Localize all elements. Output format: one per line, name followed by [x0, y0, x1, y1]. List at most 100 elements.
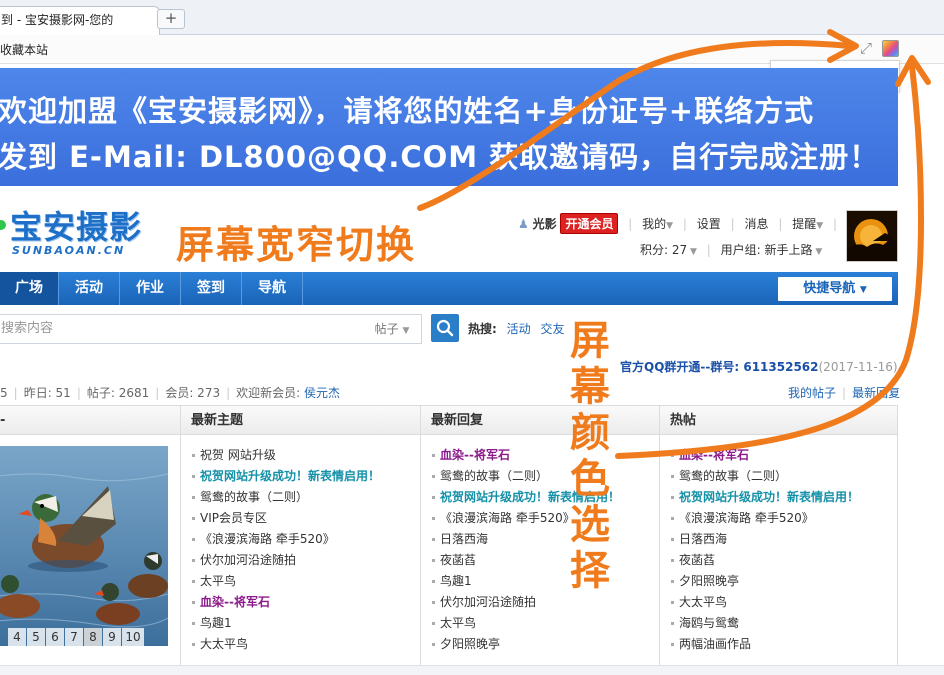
search-input[interactable]: 搜索内容: [0, 314, 366, 344]
chevron-down-icon: ▼: [687, 247, 697, 257]
stat-posts: 帖子: 2681: [86, 386, 150, 400]
nav-item-square[interactable]: 广场: [0, 272, 59, 305]
list-item[interactable]: 太平鸟: [190, 571, 416, 592]
welcome-label: 欢迎新会员:: [236, 386, 301, 400]
bookmark-site-link[interactable]: 收藏本站: [0, 41, 48, 58]
photo-pager: 4 5 6 7 8 9 10: [0, 628, 144, 646]
hot-search-label: 热搜:: [468, 322, 497, 336]
menu-my[interactable]: 我的: [642, 217, 666, 231]
user-info-line: 积分: 27 ▼ | 用户组: 新手上路 ▼: [640, 243, 823, 257]
vip-button[interactable]: 开通会员: [560, 213, 619, 234]
list-item[interactable]: 伏尔加河沿途随拍: [430, 592, 656, 613]
list-item[interactable]: 夕阳照晚亭: [669, 571, 895, 592]
latest-topics-list: 祝贺 网站升级 祝贺网站升级成功！新表情启用！ 鸳鸯的故事（二则） VIP会员专…: [190, 445, 416, 655]
list-item[interactable]: 鸟趣1: [430, 571, 656, 592]
stat-today: 5: [0, 386, 8, 400]
list-item[interactable]: 夜菡萏: [669, 550, 895, 571]
banner-line-1: 欢迎加盟《宝安摄影网》，请将您的姓名+身份证号+联络方式: [0, 94, 815, 128]
column-header-image: -: [0, 406, 180, 435]
list-item[interactable]: 血染--将军石: [669, 445, 895, 466]
nav-item-navigation[interactable]: 导航: [242, 272, 303, 305]
my-links: 我的帖子 | 最新回复: [788, 386, 901, 400]
list-item[interactable]: 《浪漫滨海路 牵手520》: [669, 508, 895, 529]
logo-dot-icon: [0, 220, 6, 230]
stat-members: 会员: 273: [165, 386, 221, 400]
avatar[interactable]: [846, 210, 898, 262]
announcement[interactable]: 官方QQ群开通--群号: 611352562(2017-11-16): [620, 358, 898, 375]
new-tab-button[interactable]: +: [157, 9, 185, 29]
column-divider: [180, 406, 181, 665]
pager-page[interactable]: 10: [122, 628, 144, 646]
nav-item-activities[interactable]: 活动: [59, 272, 120, 305]
hot-search: 热搜: 活动 交友: [468, 320, 565, 337]
list-item[interactable]: 夕阳照晚亭: [430, 634, 656, 655]
user-group-link[interactable]: 用户组: 新手上路: [721, 243, 813, 257]
column-header-latest-topics: 最新主题: [181, 406, 420, 435]
list-item[interactable]: 海鸥与鸳鸯: [669, 613, 895, 634]
list-item[interactable]: 鸳鸯的故事（二则）: [190, 487, 416, 508]
list-item[interactable]: 血染--将军石: [190, 592, 416, 613]
column-divider: [420, 406, 421, 665]
featured-photo[interactable]: [0, 446, 168, 646]
annotation-screen-color: 屏 幕 颜 色 选 择: [570, 318, 610, 594]
list-item[interactable]: 太平鸟: [430, 613, 656, 634]
list-item[interactable]: 《浪漫滨海路 牵手520》: [190, 529, 416, 550]
list-item[interactable]: 夜菡萏: [430, 550, 656, 571]
invite-banner: 欢迎加盟《宝安摄影网》，请将您的姓名+身份证号+联络方式 发到 E-Mail: …: [0, 68, 898, 186]
pager-page[interactable]: 6: [46, 628, 64, 646]
list-item[interactable]: 祝贺网站升级成功！新表情启用！: [430, 487, 656, 508]
list-item[interactable]: 鸳鸯的故事（二则）: [430, 466, 656, 487]
site-logo[interactable]: 宝安摄影 SUNBAOAN.CN: [0, 202, 160, 260]
chevron-down-icon: ▼: [812, 247, 823, 257]
logo-text: 宝安摄影: [10, 208, 143, 246]
menu-reminders[interactable]: 提醒: [792, 217, 816, 231]
list-item[interactable]: 日落西海: [669, 529, 895, 550]
pager-page[interactable]: 9: [103, 628, 121, 646]
my-posts-link[interactable]: 我的帖子: [788, 386, 836, 400]
annotation-screen-width: 屏幕宽窄切换: [176, 223, 417, 267]
menu-messages[interactable]: 消息: [745, 217, 769, 231]
hot-link-friends[interactable]: 交友: [540, 322, 564, 336]
browser-tab[interactable]: 到 - 宝安摄影网-您的: [0, 6, 160, 35]
search-button[interactable]: [431, 314, 459, 342]
search-icon: [436, 319, 454, 337]
logo-subtext: SUNBAOAN.CN: [12, 244, 126, 257]
list-item[interactable]: 鸟趣1: [190, 613, 416, 634]
pager-page[interactable]: 4: [8, 628, 26, 646]
new-member-link[interactable]: 侯元杰: [304, 386, 340, 400]
list-item[interactable]: 鸳鸯的故事（二则）: [669, 466, 895, 487]
pager-page[interactable]: 7: [65, 628, 83, 646]
column-header-hot-posts: 热帖: [660, 406, 897, 435]
pager-page[interactable]: 8: [84, 628, 102, 646]
list-item[interactable]: 大太平鸟: [190, 634, 416, 655]
hot-link-activity[interactable]: 活动: [507, 322, 531, 336]
points-link[interactable]: 积分: 27: [640, 243, 687, 257]
column-divider: [659, 406, 660, 665]
skin-palette-icon[interactable]: [882, 40, 899, 57]
banner-line-2: 发到 E-Mail: DL800@QQ.COM 获取邀请码，自行完成注册！: [0, 140, 880, 174]
list-item[interactable]: VIP会员专区: [190, 508, 416, 529]
list-item[interactable]: 祝贺网站升级成功！新表情启用！: [669, 487, 895, 508]
list-item[interactable]: 祝贺网站升级成功！新表情启用！: [190, 466, 416, 487]
column-header-latest-replies: 最新回复: [421, 406, 659, 435]
user-bar: ♟ 光影 开通会员 | 我的▼ | 设置 | 消息 | 提醒▼ | 退出: [518, 213, 871, 234]
list-item[interactable]: 伏尔加河沿途随拍: [190, 550, 416, 571]
list-item[interactable]: 祝贺 网站升级: [190, 445, 416, 466]
latest-replies-link[interactable]: 最新回复: [852, 386, 900, 400]
user-icon: ♟: [518, 217, 529, 231]
nav-item-checkin[interactable]: 签到: [181, 272, 242, 305]
pager-page[interactable]: 5: [27, 628, 45, 646]
nav-item-homework[interactable]: 作业: [120, 272, 181, 305]
list-item[interactable]: 两幅油画作品: [669, 634, 895, 655]
list-item[interactable]: 《浪漫滨海路 牵手520》: [430, 508, 656, 529]
list-item[interactable]: 大太平鸟: [669, 592, 895, 613]
list-item[interactable]: 日落西海: [430, 529, 656, 550]
username-link[interactable]: 光影: [533, 217, 557, 231]
quick-nav-button[interactable]: 快捷导航 ▼: [778, 277, 892, 301]
menu-settings[interactable]: 设置: [697, 217, 721, 231]
expand-width-icon[interactable]: ⤢: [858, 40, 874, 56]
latest-replies-list: 血染--将军石 鸳鸯的故事（二则） 祝贺网站升级成功！新表情启用！ 《浪漫滨海路…: [430, 445, 656, 655]
list-item[interactable]: 血染--将军石: [430, 445, 656, 466]
search-scope-select[interactable]: 帖子 ▼: [363, 314, 422, 344]
forum-stats: 5 | 昨日: 51 | 帖子: 2681 | 会员: 273 | 欢迎新会员: 侯元杰: [0, 386, 341, 400]
